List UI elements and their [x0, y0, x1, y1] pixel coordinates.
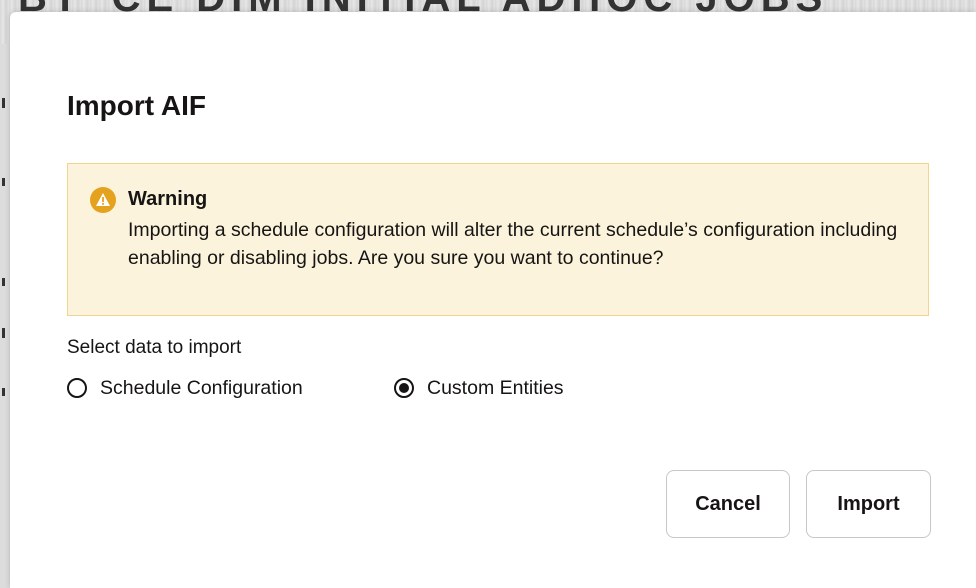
background-edge-mark [2, 178, 5, 186]
radio-checked-icon[interactable] [394, 378, 414, 398]
background-edge-mark [2, 328, 5, 338]
warning-message: Importing a schedule configuration will … [128, 219, 898, 269]
radio-schedule-configuration[interactable]: Schedule Configuration [67, 374, 303, 402]
background-edge-mark [2, 388, 5, 396]
warning-message-box: Warning Importing a schedule configurati… [67, 163, 929, 316]
import-button[interactable]: Import [806, 470, 931, 538]
import-aif-dialog: Import AIF Warning Importing a schedule … [10, 12, 976, 588]
warning-triangle-icon [90, 187, 116, 213]
cancel-button[interactable]: Cancel [666, 470, 790, 538]
warning-heading: Warning [128, 188, 208, 210]
radio-label: Custom Entities [427, 376, 564, 399]
select-data-label: Select data to import [67, 337, 242, 358]
radio-label: Schedule Configuration [100, 376, 303, 399]
background-edge-mark [2, 278, 5, 286]
radio-unchecked-icon[interactable] [67, 378, 87, 398]
dialog-title: Import AIF [67, 90, 206, 121]
background-edge-mark [2, 98, 5, 108]
radio-custom-entities[interactable]: Custom Entities [394, 374, 564, 402]
